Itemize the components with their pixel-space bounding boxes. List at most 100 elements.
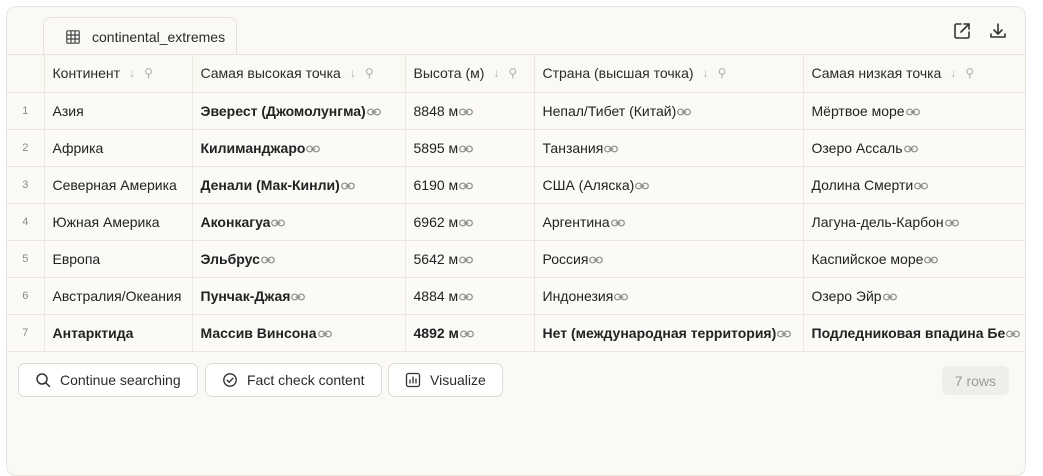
fact-check-button[interactable]: Fact check content	[205, 363, 382, 397]
table-cell[interactable]: Нет (международная территория)	[534, 314, 804, 352]
table-cell[interactable]: 5642 м	[405, 240, 535, 278]
table-cell[interactable]: 4892 м	[405, 314, 535, 352]
table-row[interactable]: 2 Африка Килиманджаро 5895 м Танзания Озеро А…	[7, 129, 1025, 167]
link-icon[interactable]	[260, 251, 275, 267]
link-icon[interactable]	[613, 288, 629, 304]
table-cell[interactable]: Озеро Ассаль	[803, 129, 1025, 167]
continue-searching-button[interactable]: Continue searching	[18, 363, 198, 397]
table-cell[interactable]: 6190 м	[405, 166, 535, 204]
link-icon[interactable]	[458, 288, 474, 304]
link-icon[interactable]	[317, 325, 332, 341]
link-icon[interactable]	[458, 177, 474, 193]
table-cell[interactable]: Килиманджаро	[192, 129, 406, 167]
download-icon[interactable]	[988, 21, 1008, 41]
table-cell[interactable]: Австралия/Океания	[44, 277, 193, 315]
link-icon[interactable]	[340, 177, 355, 193]
table-cell[interactable]: Индонезия	[534, 277, 804, 315]
table-cell[interactable]: Африка	[44, 129, 193, 167]
sort-arrow-icon[interactable]: ↓	[493, 66, 499, 80]
table-row[interactable]: 4 Южная Америка Аконкагуа 6962 м Аргентина Ла…	[7, 203, 1025, 241]
table-cell[interactable]: 6962 м	[405, 203, 535, 241]
link-icon[interactable]	[458, 103, 474, 119]
table-cell[interactable]: Аконкагуа	[192, 203, 406, 241]
table-cell[interactable]: Танзания	[534, 129, 804, 167]
table-cell[interactable]: 8848 м	[405, 92, 535, 130]
link-icon[interactable]	[270, 214, 286, 230]
table-cell[interactable]: Мёртвое море	[803, 92, 1025, 130]
table-row[interactable]: 3 Северная Америка Денали (Мак-Кинли) 6190 …	[7, 166, 1025, 204]
data-table-wrapper[interactable]: Континент ↓ ⚲ Самая высокая точка ↓ ⚲ Высота…	[7, 54, 1025, 352]
tab-label: continental_extremes	[92, 28, 226, 45]
check-circle-icon	[223, 373, 237, 387]
table-cell[interactable]: Массив Винсона	[192, 314, 406, 352]
link-icon[interactable]	[458, 214, 474, 230]
table-cell[interactable]: Непал/Тибет (Китай)	[534, 92, 804, 130]
sort-arrow-icon[interactable]: ↓	[350, 66, 356, 80]
link-icon[interactable]	[290, 288, 306, 304]
table-card: continental_extremes Континент ↓ ⚲ Самая…	[6, 6, 1026, 476]
visualize-button[interactable]: Visualize	[388, 363, 503, 397]
table-row[interactable]: 1 Азия Эверест (Джомолунгма) 8848 м Непал/Ти…	[7, 92, 1025, 130]
table-cell[interactable]: Россия	[534, 240, 804, 278]
sort-arrow-icon[interactable]: ↓	[703, 66, 709, 80]
link-icon[interactable]	[882, 288, 897, 304]
link-icon[interactable]	[923, 251, 939, 267]
link-icon[interactable]	[458, 140, 474, 156]
table-cell[interactable]: США (Аляска)	[534, 166, 804, 204]
link-icon[interactable]	[634, 177, 650, 193]
table-cell[interactable]: Озеро Эйр	[803, 277, 1025, 315]
table-row[interactable]: 7 Антарктида Массив Винсона 4892 м Нет (межд…	[7, 314, 1025, 352]
pin-icon[interactable]: ⚲	[718, 66, 727, 80]
link-icon[interactable]	[776, 325, 792, 341]
column-header[interactable]: Самая низкая точка ↓ ⚲	[803, 55, 1025, 93]
row-number: 3	[7, 166, 45, 204]
link-icon[interactable]	[603, 140, 619, 156]
bar-chart-icon	[405, 372, 421, 388]
table-cell[interactable]: Азия	[44, 92, 193, 130]
link-icon[interactable]	[1005, 325, 1021, 341]
row-number-header	[7, 55, 45, 93]
pin-icon[interactable]: ⚲	[508, 66, 517, 80]
column-header[interactable]: Континент ↓ ⚲	[44, 55, 193, 93]
table-cell[interactable]: Каспийское море	[803, 240, 1025, 278]
link-icon[interactable]	[459, 325, 474, 341]
table-cell[interactable]: 4884 м	[405, 277, 535, 315]
table-cell[interactable]: Пунчак-Джая	[192, 277, 406, 315]
link-icon[interactable]	[610, 214, 625, 230]
table-cell[interactable]: Долина Смерти	[803, 166, 1025, 204]
table-cell[interactable]: Северная Америка	[44, 166, 193, 204]
link-icon[interactable]	[903, 140, 918, 156]
link-icon[interactable]	[944, 214, 959, 230]
table-cell[interactable]: Эльбрус	[192, 240, 406, 278]
table-row[interactable]: 5 Европа Эльбрус 5642 м Россия Каспийское мор…	[7, 240, 1025, 278]
tab-continental-extremes[interactable]: continental_extremes	[43, 17, 237, 55]
open-external-icon[interactable]	[952, 21, 972, 41]
table-cell[interactable]: Южная Америка	[44, 203, 193, 241]
table-cell[interactable]: Европа	[44, 240, 193, 278]
table-cell[interactable]: 5895 м	[405, 129, 535, 167]
link-icon[interactable]	[305, 140, 321, 156]
link-icon[interactable]	[366, 103, 381, 119]
pin-icon[interactable]: ⚲	[144, 66, 153, 80]
column-header[interactable]: Страна (высшая точка) ↓ ⚲	[534, 55, 804, 93]
pin-icon[interactable]: ⚲	[965, 66, 974, 80]
table-cell[interactable]: Денали (Мак-Кинли)	[192, 166, 406, 204]
link-icon[interactable]	[913, 177, 929, 193]
link-icon[interactable]	[588, 251, 604, 267]
column-header[interactable]: Высота (м) ↓ ⚲	[405, 55, 535, 93]
table-row[interactable]: 6 Австралия/Океания Пунчак-Джая 4884 м Индон…	[7, 277, 1025, 315]
sort-arrow-icon[interactable]: ↓	[950, 66, 956, 80]
table-cell[interactable]: Антарктида	[44, 314, 193, 352]
link-icon[interactable]	[458, 251, 474, 267]
table-cell[interactable]: Аргентина	[534, 203, 804, 241]
table-cell[interactable]: Подледниковая впадина Бе	[803, 314, 1025, 352]
link-icon[interactable]	[905, 103, 920, 119]
link-icon[interactable]	[676, 103, 692, 119]
sort-arrow-icon[interactable]: ↓	[129, 66, 135, 80]
column-header[interactable]: Самая высокая точка ↓ ⚲	[192, 55, 406, 93]
table-cell[interactable]: Лагуна-дель-Карбон	[803, 203, 1025, 241]
table-cell[interactable]: Эверест (Джомолунгма)	[192, 92, 406, 130]
table-grid-icon	[66, 29, 80, 44]
pin-icon[interactable]: ⚲	[365, 66, 374, 80]
row-number: 5	[7, 240, 45, 278]
